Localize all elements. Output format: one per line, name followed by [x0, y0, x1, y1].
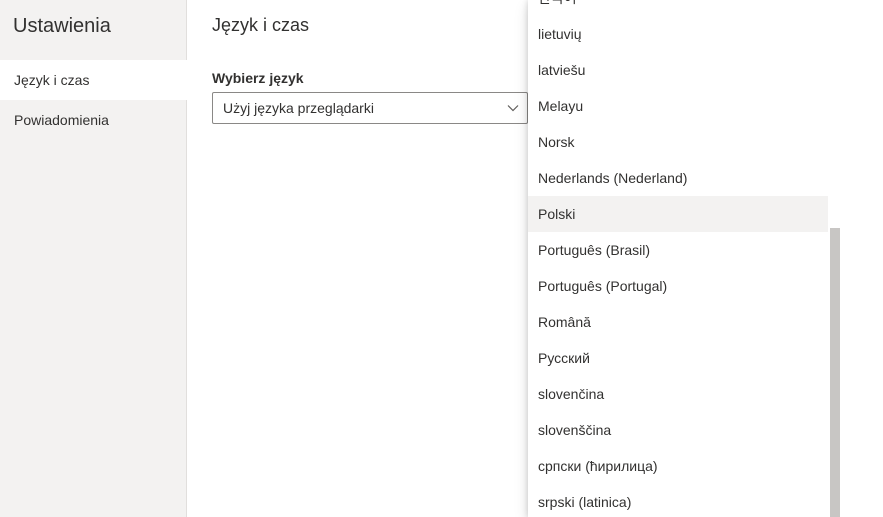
- language-option-slovak[interactable]: slovenčina: [528, 376, 828, 412]
- language-option-serbian-latin[interactable]: srpski (latinica): [528, 484, 828, 517]
- language-option-lithuanian[interactable]: lietuvių: [528, 16, 828, 52]
- chevron-down-icon: [507, 105, 519, 112]
- page-title: Język i czas: [212, 15, 310, 35]
- language-option-serbian-cyrillic[interactable]: српски (ћирилица): [528, 448, 828, 484]
- language-option-polish[interactable]: Polski: [528, 196, 828, 232]
- sidebar-title: Ustawienia: [13, 15, 111, 37]
- language-option-slovenian[interactable]: slovenščina: [528, 412, 828, 448]
- page-margin: [842, 0, 883, 517]
- language-dropdown[interactable]: Użyj języka przeglądarki: [212, 92, 528, 124]
- settings-window: Ustawienia Język i czas Powiadomienia Ję…: [0, 0, 883, 517]
- language-option-dutch[interactable]: Nederlands (Nederland): [528, 160, 828, 196]
- language-option-romanian[interactable]: Română: [528, 304, 828, 340]
- language-option-portuguese-brazil[interactable]: Português (Brasil): [528, 232, 828, 268]
- language-option-russian[interactable]: Русский: [528, 340, 828, 376]
- sidebar-item-notifications[interactable]: Powiadomienia: [0, 100, 187, 140]
- sidebar-item-label: Język i czas: [14, 72, 90, 88]
- language-option-korean[interactable]: 한국어: [528, 0, 828, 16]
- language-dropdown-value: Użyj języka przeglądarki: [223, 100, 374, 116]
- sidebar-item-label: Powiadomienia: [14, 112, 109, 128]
- language-options-list[interactable]: 한국어 lietuvių latviešu Melayu Norsk Neder…: [528, 0, 842, 517]
- language-option-malay[interactable]: Melayu: [528, 88, 828, 124]
- list-scrollbar[interactable]: [828, 0, 842, 517]
- sidebar-item-language-time[interactable]: Język i czas: [0, 60, 187, 100]
- sidebar: Ustawienia Język i czas Powiadomienia: [0, 0, 187, 517]
- scrollbar-thumb[interactable]: [830, 228, 840, 517]
- language-field-label: Wybierz język: [212, 70, 304, 86]
- language-option-latvian[interactable]: latviešu: [528, 52, 828, 88]
- language-option-norwegian[interactable]: Norsk: [528, 124, 828, 160]
- language-option-portuguese-portugal[interactable]: Português (Portugal): [528, 268, 828, 304]
